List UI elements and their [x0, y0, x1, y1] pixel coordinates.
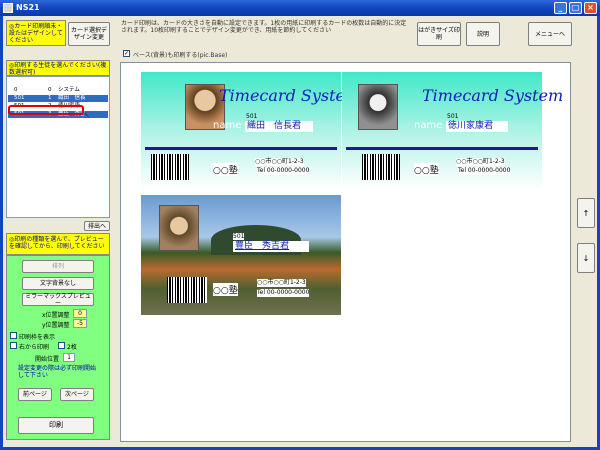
- card-student-name: 徳川家康君: [446, 121, 508, 132]
- card-tel: Tel 00-0000-0000: [458, 167, 511, 175]
- card-name-label: name: [414, 120, 443, 131]
- format-note: ◎印刷の種類を選んで、プレビューを確認してから、印刷してください: [9, 236, 105, 250]
- card-address: ○○市○○町1-2-3: [255, 158, 304, 166]
- row-name: 織田 信長: [58, 95, 86, 101]
- card-class-number: 501: [246, 113, 258, 120]
- print-frame-label: 印刷枠を表示: [19, 334, 56, 341]
- card-address: ○○市○○町1-2-3: [257, 279, 306, 287]
- card-school: ○○塾: [213, 163, 238, 176]
- card-school: ○○塾: [213, 283, 238, 296]
- title-bar: NS21 _ □ ×: [0, 0, 600, 16]
- card-student-name: 豊臣 秀吉君: [233, 241, 309, 252]
- menu-button[interactable]: メニューへ: [528, 22, 572, 46]
- size-explain-button[interactable]: はがきサイズ印刷: [417, 22, 461, 46]
- design-note-panel: ◎カード印刷順未・設たはデザインしてください: [6, 20, 66, 46]
- card-barcode: [167, 277, 207, 303]
- card-barcode: [151, 154, 189, 180]
- row-name: システム: [58, 87, 80, 93]
- timecard-2[interactable]: Timecard System 501 name 徳川家康君 ○○塾 ○○市○○…: [342, 72, 563, 190]
- app-icon: [3, 3, 13, 13]
- selection-marker: [8, 105, 84, 115]
- timecard-3[interactable]: 501 豊臣 秀吉君 ○○塾 ○○市○○町1-2-3 Tel 00-0000-0…: [141, 195, 341, 315]
- format-note-panel: ◎印刷の種類を選んで、プレビューを確認してから、印刷してください: [6, 233, 110, 255]
- next-page-button[interactable]: 次ページ: [60, 388, 94, 401]
- scroll-up-button[interactable]: ↑: [577, 198, 595, 228]
- prev-page-button[interactable]: 前ページ: [18, 388, 52, 401]
- description-text: カード印刷は、カードの大きさを自動に設定できます。1枚の用紙に印刷するカードの枚…: [121, 20, 407, 34]
- print-button[interactable]: 印刷: [18, 417, 94, 434]
- base-print-label: ベース(背景)も印刷する(pic.Base): [133, 52, 228, 59]
- x-offset-input[interactable]: 0: [73, 309, 87, 318]
- minimize-button[interactable]: _: [554, 2, 567, 14]
- row-number: 1: [48, 95, 52, 101]
- y-offset-input[interactable]: -5: [73, 319, 87, 328]
- student-note: ◎印刷する生徒を選んでください(複数選択可): [9, 62, 107, 76]
- student-row[interactable]: 0 0 システム: [8, 87, 108, 94]
- card-school: ○○塾: [414, 163, 439, 176]
- card-divider: [145, 147, 337, 150]
- timecard-1[interactable]: Timecard System 501 name 織田 信長君 ○○塾 ○○市○…: [141, 72, 360, 190]
- card-divider: [346, 147, 538, 150]
- card-tel: Tel 00-0000-0000: [257, 289, 310, 297]
- base-print-checkbox[interactable]: ✓: [123, 50, 130, 57]
- row-class: 501: [14, 95, 25, 101]
- maximize-button[interactable]: □: [569, 2, 582, 14]
- output-button[interactable]: 排出へ: [84, 221, 110, 231]
- start-position-input[interactable]: 1: [63, 353, 75, 362]
- right-print-checkbox[interactable]: [10, 342, 17, 349]
- card-name-label: name: [213, 120, 242, 131]
- student-row[interactable]: 501 1 織田 信長: [8, 95, 108, 102]
- card-class-number: 501: [447, 113, 459, 120]
- student-list[interactable]: 0 0 システム 501 1 織田 信長 501 2 徳川家康 501 3 豊臣 秀吉: [6, 76, 110, 218]
- settings-warning: 設定変更の際は必ず印刷開始して下さい: [18, 365, 97, 379]
- mouse-cursor-icon: ↖: [83, 111, 91, 121]
- print-frame-checkbox[interactable]: [10, 332, 17, 339]
- close-button[interactable]: ×: [584, 2, 597, 14]
- row-class: 0: [14, 87, 18, 93]
- row-number: 0: [48, 87, 52, 93]
- portrait-image: [358, 84, 398, 130]
- start-position-label: 開始位置: [35, 356, 60, 363]
- two-sheet-label: 2枚: [67, 344, 77, 351]
- window-title: NS21: [16, 3, 40, 12]
- design-note: ◎カード印刷順未・設たはデザインしてください: [9, 23, 63, 44]
- two-sheet-checkbox[interactable]: [58, 342, 65, 349]
- card-address: ○○市○○町1-2-3: [456, 158, 505, 166]
- right-print-label: 右から印刷: [19, 344, 50, 351]
- card-logo: Timecard System: [219, 86, 361, 105]
- mirror-preview-button[interactable]: ミラーマックスプレビュー: [22, 293, 94, 307]
- format-button[interactable]: 排列: [22, 260, 94, 273]
- no-text-bg-button[interactable]: 文字背景なし: [22, 277, 94, 290]
- card-design-button[interactable]: カード選択デザイン変更: [68, 22, 110, 46]
- card-student-name: 織田 信長君: [245, 121, 313, 132]
- y-offset-label: y位置調整: [42, 322, 70, 329]
- card-tel: Tel 00-0000-0000: [257, 167, 310, 175]
- card-logo: Timecard System: [422, 86, 564, 105]
- card-barcode: [362, 154, 400, 180]
- student-note-panel: ◎印刷する生徒を選んでください(複数選択可): [6, 60, 110, 76]
- card-class-number: 501: [233, 233, 245, 240]
- x-offset-label: x位置調整: [42, 312, 70, 319]
- explain-button[interactable]: 説明: [466, 22, 500, 46]
- portrait-image: [159, 205, 199, 251]
- scroll-down-button[interactable]: ↓: [577, 243, 595, 273]
